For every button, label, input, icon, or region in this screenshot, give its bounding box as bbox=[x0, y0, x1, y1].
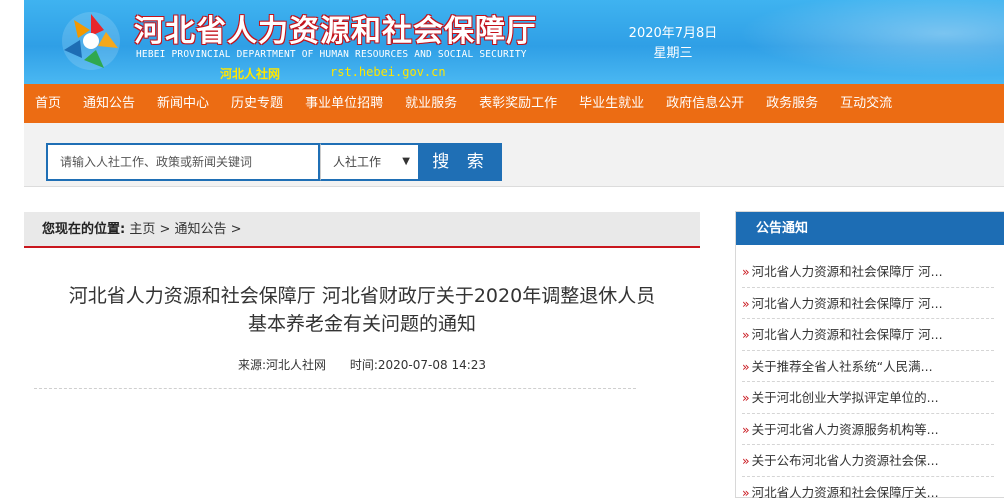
chevron-right-icon: » bbox=[742, 295, 750, 311]
site-subtitle: HEBEI PROVINCIAL DEPARTMENT OF HUMAN RES… bbox=[136, 49, 527, 60]
nav-item-notices[interactable]: 通知公告 bbox=[72, 84, 146, 123]
list-item-text: 关于河北省人力资源服务机构等... bbox=[751, 421, 939, 437]
sidebar-notices: 公告通知 » 河北省人力资源和社会保障厅 河... » 河北省人力资源和社会保障厅 … bbox=[735, 211, 1004, 498]
article-title: 河北省人力资源和社会保障厅 河北省财政厅关于2020年调整退休人员 基本养老金有… bbox=[24, 282, 700, 338]
list-item[interactable]: » 河北省人力资源和社会保障厅 河... bbox=[742, 256, 994, 288]
list-item[interactable]: » 河北省人力资源和社会保障厅 河... bbox=[742, 288, 994, 319]
list-item-text: 河北省人力资源和社会保障厅 河... bbox=[751, 327, 943, 342]
site-url: rst.hebei.gov.cn bbox=[330, 65, 446, 79]
search-category-select[interactable]: 人社工作 ▼ bbox=[320, 143, 420, 181]
chevron-right-icon: » bbox=[742, 390, 750, 405]
header-decoration bbox=[704, 0, 1004, 84]
article-title-line2: 基本养老金有关问题的通知 bbox=[247, 313, 476, 335]
article-source: 来源:河北人社网 bbox=[237, 358, 327, 372]
list-item-text: 关于河北创业大学拟评定单位的... bbox=[751, 390, 939, 405]
chevron-right-icon: » bbox=[742, 327, 750, 342]
chevron-right-icon: » bbox=[742, 264, 750, 279]
site-short-name: 河北人社网 bbox=[220, 67, 281, 81]
nav-item-news[interactable]: 新闻中心 bbox=[146, 84, 220, 123]
date-text: 2020年7月8日 bbox=[628, 26, 718, 41]
search-button[interactable]: 搜 索 bbox=[420, 143, 502, 181]
nav-item-recruitment[interactable]: 事业单位招聘 bbox=[294, 84, 394, 123]
logo-icon[interactable] bbox=[60, 10, 122, 72]
site-header: 河北省人力资源和社会保障厅 HEBEI PROVINCIAL DEPARTMEN… bbox=[24, 0, 1004, 84]
site-title: 河北省人力资源和社会保障厅 bbox=[134, 14, 537, 49]
nav-item-gov-info[interactable]: 政府信息公开 bbox=[655, 84, 755, 123]
breadcrumb-notices-link[interactable]: 通知公告 bbox=[175, 222, 227, 237]
article-time: 时间:2020-07-08 14:23 bbox=[349, 358, 487, 372]
breadcrumb: 您现在的位置: 主页 > 通知公告 > bbox=[24, 212, 700, 248]
list-item[interactable]: » 关于推荐全省人社系统“人民满... bbox=[742, 351, 994, 382]
sidebar-heading: 公告通知 bbox=[736, 212, 1004, 245]
list-item-text: 关于推荐全省人社系统“人民满... bbox=[751, 358, 933, 374]
list-item-text: 河北省人力资源和社会保障厅 河... bbox=[751, 295, 943, 311]
article-divider bbox=[34, 388, 636, 389]
nav-item-employment[interactable]: 就业服务 bbox=[394, 84, 468, 123]
list-item[interactable]: » 关于河北创业大学拟评定单位的... bbox=[742, 382, 994, 414]
chevron-right-icon: » bbox=[742, 484, 750, 498]
breadcrumb-home-link[interactable]: 主页 bbox=[129, 222, 155, 237]
nav-item-graduates[interactable]: 毕业生就业 bbox=[568, 84, 655, 123]
main-nav: 首页 通知公告 新闻中心 历史专题 事业单位招聘 就业服务 表彰奖励工作 毕业生… bbox=[24, 84, 1004, 123]
list-item[interactable]: » 关于公布河北省人力资源社会保... bbox=[742, 445, 994, 477]
breadcrumb-label: 您现在的位置: bbox=[42, 222, 126, 237]
sidebar-list: » 河北省人力资源和社会保障厅 河... » 河北省人力资源和社会保障厅 河... … bbox=[736, 256, 1004, 498]
chevron-right-icon: » bbox=[742, 453, 750, 468]
breadcrumb-separator: > bbox=[155, 222, 175, 237]
list-item[interactable]: » 河北省人力资源和社会保障厅关... bbox=[742, 477, 994, 498]
search-input[interactable]: 请输入人社工作、政策或新闻关键词 bbox=[46, 143, 320, 181]
nav-item-gov-services[interactable]: 政务服务 bbox=[755, 84, 829, 123]
list-item[interactable]: » 河北省人力资源和社会保障厅 河... bbox=[742, 319, 994, 351]
header-date: 2020年7月8日 星期三 bbox=[628, 24, 718, 64]
search-category-value: 人社工作 bbox=[333, 155, 382, 169]
list-item-text: 关于公布河北省人力资源社会保... bbox=[751, 453, 939, 468]
list-item-text: 河北省人力资源和社会保障厅关... bbox=[751, 484, 939, 498]
breadcrumb-separator: > bbox=[226, 222, 242, 237]
list-item[interactable]: » 关于河北省人力资源服务机构等... bbox=[742, 414, 994, 445]
chevron-down-icon: ▼ bbox=[402, 156, 410, 167]
chevron-right-icon: » bbox=[742, 358, 750, 374]
weekday-text: 星期三 bbox=[653, 46, 693, 61]
article-meta: 来源:河北人社网 时间:2020-07-08 14:23 bbox=[24, 356, 700, 373]
nav-item-history[interactable]: 历史专题 bbox=[220, 84, 294, 123]
nav-item-home[interactable]: 首页 bbox=[24, 84, 72, 123]
chevron-right-icon: » bbox=[742, 421, 750, 437]
list-item-text: 河北省人力资源和社会保障厅 河... bbox=[751, 264, 943, 279]
search-area: 请输入人社工作、政策或新闻关键词 人社工作 ▼ 搜 索 bbox=[24, 123, 1004, 187]
nav-item-interaction[interactable]: 互动交流 bbox=[829, 84, 903, 123]
nav-item-awards[interactable]: 表彰奖励工作 bbox=[468, 84, 568, 123]
article-title-line1: 河北省人力资源和社会保障厅 河北省财政厅关于2020年调整退休人员 bbox=[68, 285, 656, 307]
